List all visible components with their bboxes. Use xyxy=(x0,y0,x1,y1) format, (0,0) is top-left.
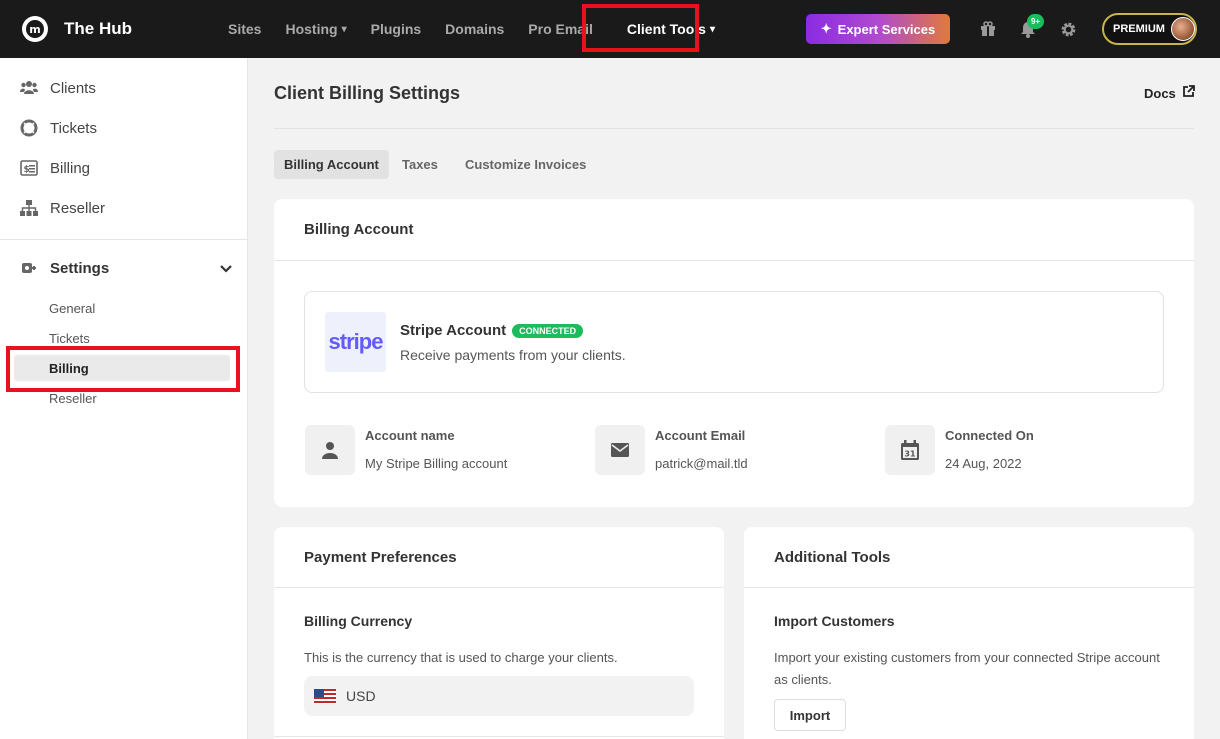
gear-icon[interactable] xyxy=(1057,18,1079,40)
nav-label: Client Tools xyxy=(626,21,706,37)
account-menu-button[interactable]: PREMIUM xyxy=(1102,13,1197,45)
tab-customize-invoices[interactable]: Customize Invoices xyxy=(455,150,596,179)
nav-sites[interactable]: Sites xyxy=(216,0,273,58)
docs-link[interactable]: Docs xyxy=(1144,85,1195,101)
nav-label: Plugins xyxy=(370,21,422,37)
sidebar-item-tickets[interactable]: Tickets xyxy=(20,116,97,140)
nav-pro-email[interactable]: Pro Email xyxy=(516,0,605,58)
sidebar-item-label: Reseller xyxy=(50,199,106,217)
gift-icon[interactable] xyxy=(977,18,999,40)
stripe-description: Receive payments from your clients. xyxy=(400,347,626,363)
import-button[interactable]: Import xyxy=(774,699,846,731)
stripe-account-name: Stripe Account xyxy=(400,322,507,339)
tab-billing-account[interactable]: Billing Account xyxy=(274,150,389,179)
additional-tools-card: Additional Tools Import Customers Import… xyxy=(744,527,1194,739)
sidebar-divider xyxy=(0,239,248,240)
card-divider xyxy=(274,587,724,588)
users-icon xyxy=(20,79,38,97)
chevron-down-icon: ▾ xyxy=(341,23,347,35)
nav-plugins[interactable]: Plugins xyxy=(359,0,434,58)
nav-domains[interactable]: Domains xyxy=(433,0,516,58)
import-customers-description: Import your existing customers from your… xyxy=(774,650,1160,687)
card-title: Payment Preferences xyxy=(304,549,457,566)
sidebar-item-clients[interactable]: Clients xyxy=(20,76,96,100)
magic-wand-icon: ✦ xyxy=(820,21,832,36)
hub-logo-icon[interactable]: m xyxy=(22,16,48,42)
chevron-down-icon xyxy=(220,260,232,276)
page-title: Client Billing Settings xyxy=(274,83,461,103)
active-item-background xyxy=(14,355,230,381)
billing-currency-heading: Billing Currency xyxy=(304,613,413,629)
nav-label: Hosting xyxy=(285,21,338,37)
card-title: Billing Account xyxy=(304,221,414,238)
card-title: Additional Tools xyxy=(774,549,891,566)
connected-on-value: 24 Aug, 2022 xyxy=(945,456,1022,471)
nav-label: Domains xyxy=(445,21,505,37)
nav-label: Sites xyxy=(228,21,262,37)
card-divider xyxy=(274,736,724,737)
currency-value: USD xyxy=(346,688,376,704)
account-name-label: Account name xyxy=(365,428,455,443)
stripe-logo: stripe xyxy=(325,312,386,372)
settings-sub-reseller[interactable]: Reseller xyxy=(49,391,97,406)
card-divider xyxy=(744,587,1194,588)
sidebar-item-label: Billing xyxy=(50,159,91,177)
nav-client-tools[interactable]: Client Tools ▾ xyxy=(615,0,727,58)
invoice-icon: $ xyxy=(20,159,38,177)
user-icon xyxy=(305,425,355,475)
nav-hosting[interactable]: Hosting ▾ xyxy=(273,0,358,58)
envelope-icon xyxy=(595,425,645,475)
calendar-icon: 31 xyxy=(885,425,935,475)
stripe-account-panel: stripe Stripe Account CONNECTED Receive … xyxy=(304,291,1164,393)
expert-services-label: Expert Services xyxy=(837,21,936,37)
status-badge: CONNECTED xyxy=(512,323,584,338)
payment-preferences-card: Payment Preferences Billing Currency Thi… xyxy=(274,527,724,739)
external-link-icon xyxy=(1182,85,1195,101)
sidebar-item-label: Clients xyxy=(50,79,96,97)
svg-text:$: $ xyxy=(24,165,30,175)
connected-on-label: Connected On xyxy=(945,428,1034,443)
settings-sub-tickets[interactable]: Tickets xyxy=(49,331,90,346)
card-divider xyxy=(274,260,1194,261)
sidebar-item-label: Tickets xyxy=(50,119,97,137)
chevron-down-icon: ▾ xyxy=(709,23,715,35)
svg-text:31: 31 xyxy=(904,450,916,459)
sidebar: Clients Tickets $ Billing Reseller Setti… xyxy=(0,58,248,739)
currency-select[interactable]: USD xyxy=(304,676,694,716)
lifebuoy-icon xyxy=(20,119,38,137)
top-navigation-bar: m The Hub Sites Hosting ▾ Plugins Domains… xyxy=(0,0,1220,58)
account-name-value: My Stripe Billing account xyxy=(365,456,508,471)
brand-name[interactable]: The Hub xyxy=(64,19,132,39)
settings-section-toggle[interactable]: Settings xyxy=(20,256,232,280)
tab-taxes[interactable]: Taxes xyxy=(392,150,448,179)
import-customers-heading: Import Customers xyxy=(774,613,895,629)
expert-services-button[interactable]: ✦ Expert Services xyxy=(806,14,950,44)
plan-label: PREMIUM xyxy=(1113,23,1165,35)
sitemap-icon xyxy=(20,199,38,217)
account-email-label: Account Email xyxy=(655,428,746,443)
docs-label: Docs xyxy=(1144,85,1176,101)
stripe-account-heading: Stripe Account CONNECTED xyxy=(400,322,584,339)
billing-currency-description: This is the currency that is used to cha… xyxy=(304,650,618,665)
main-nav: Sites Hosting ▾ Plugins Domains Pro Email… xyxy=(216,0,727,58)
sidebar-item-reseller[interactable]: Reseller xyxy=(20,196,105,220)
avatar xyxy=(1170,17,1195,41)
settings-label: Settings xyxy=(50,259,110,277)
settings-gear-icon xyxy=(20,259,38,277)
settings-sub-general[interactable]: General xyxy=(49,301,95,316)
billing-account-card: Billing Account stripe Stripe Account CO… xyxy=(274,199,1194,507)
sidebar-item-billing[interactable]: $ Billing xyxy=(20,156,90,180)
settings-sub-billing[interactable]: Billing xyxy=(49,361,89,376)
account-email-value: patrick@mail.tld xyxy=(655,456,748,471)
us-flag-icon xyxy=(314,688,336,704)
header-divider xyxy=(274,128,1194,129)
nav-label: Pro Email xyxy=(528,21,593,37)
notification-count-badge: 9+ xyxy=(1027,14,1044,29)
